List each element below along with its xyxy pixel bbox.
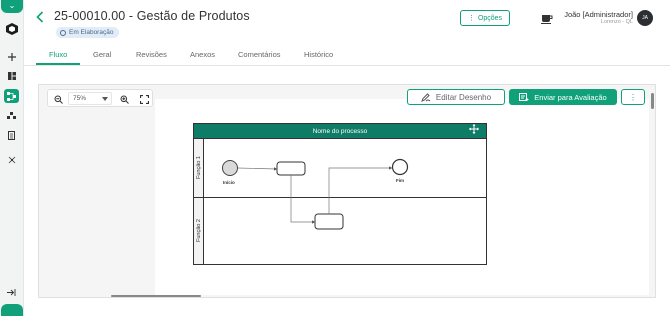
process-flow-icon[interactable] bbox=[4, 89, 19, 103]
edit-drawing-button[interactable]: Editar Desenho bbox=[407, 89, 505, 105]
collapse-menu-button[interactable]: ⌄ bbox=[1, 0, 23, 13]
zoom-value: 75% bbox=[73, 95, 87, 102]
send-for-review-label: Enviar para Avaliação bbox=[534, 92, 607, 102]
vertical-scrollbar[interactable] bbox=[651, 93, 654, 109]
zoom-in-icon[interactable] bbox=[118, 93, 130, 105]
start-event[interactable] bbox=[222, 160, 238, 176]
flow-diagram bbox=[222, 124, 479, 230]
status-circle-icon bbox=[60, 29, 66, 36]
start-label: Início bbox=[223, 180, 235, 185]
task-1[interactable] bbox=[276, 161, 306, 176]
options-button[interactable]: ⋮ Opções bbox=[460, 10, 510, 26]
left-rail: ⌄ bbox=[0, 0, 24, 316]
zoom-toolbar: 75% bbox=[47, 89, 153, 107]
avatar[interactable]: JA bbox=[637, 10, 653, 26]
edit-drawing-label: Editar Desenho bbox=[435, 92, 492, 102]
network-icon[interactable] bbox=[4, 153, 19, 167]
fullscreen-icon[interactable] bbox=[138, 93, 150, 105]
user-name[interactable]: João [Administrador] bbox=[544, 10, 633, 19]
modules-icon[interactable] bbox=[4, 109, 19, 123]
more-actions-button[interactable]: ⋮ bbox=[621, 89, 645, 105]
edit-drawing-icon bbox=[421, 92, 431, 102]
add-icon[interactable] bbox=[4, 50, 19, 64]
flow-task1-to-task2[interactable] bbox=[290, 175, 316, 224]
active-tab-indicator bbox=[36, 63, 80, 65]
end-event[interactable] bbox=[391, 158, 409, 176]
expand-sidebar-icon[interactable] bbox=[4, 285, 19, 299]
tab-historico[interactable]: Histórico bbox=[304, 50, 333, 59]
horizontal-scrollbar[interactable] bbox=[111, 295, 201, 297]
dashboard-icon[interactable] bbox=[4, 69, 19, 83]
kebab-icon: ⋮ bbox=[467, 15, 475, 22]
diagram-panel: 75% Editar Desenho Enviar para Avaliação… bbox=[38, 84, 656, 298]
status-label: Em Elaboração bbox=[69, 29, 114, 36]
page-header: 25-00010.00 - Gestão de Produtos Em Elab… bbox=[24, 0, 670, 44]
tab-geral[interactable]: Geral bbox=[93, 50, 111, 59]
end-label: Fim bbox=[396, 178, 405, 183]
back-arrow-icon[interactable] bbox=[36, 10, 46, 24]
chevron-down-icon bbox=[102, 97, 108, 101]
options-label: Opções bbox=[477, 14, 503, 22]
document-icon[interactable] bbox=[4, 128, 19, 142]
task-2[interactable] bbox=[314, 213, 344, 230]
tab-fluxo[interactable]: Fluxo bbox=[49, 50, 67, 59]
page-title: 25-00010.00 - Gestão de Produtos bbox=[54, 9, 250, 23]
tab-anexos[interactable]: Anexos bbox=[190, 50, 215, 59]
flow-task2-to-end[interactable] bbox=[328, 166, 393, 214]
user-organization: Lorenzo - QL bbox=[600, 19, 633, 25]
move-cursor-icon bbox=[469, 124, 479, 134]
app-logo-icon[interactable] bbox=[4, 22, 19, 36]
zoom-select[interactable]: 75% bbox=[68, 92, 112, 105]
flow-start-to-task1[interactable] bbox=[237, 167, 278, 171]
tab-bar: Fluxo Geral Revisões Anexos Comentários … bbox=[24, 44, 670, 66]
send-review-icon bbox=[519, 92, 529, 101]
tab-revisoes[interactable]: Revisões bbox=[136, 50, 167, 59]
status-badge: Em Elaboração bbox=[56, 27, 120, 38]
zoom-out-icon[interactable] bbox=[52, 93, 64, 105]
process-pool[interactable]: Nome do processo Função 1 Função 2 Iníci… bbox=[193, 123, 487, 265]
help-button[interactable] bbox=[1, 304, 23, 316]
send-for-review-button[interactable]: Enviar para Avaliação bbox=[509, 89, 617, 105]
tab-comentarios[interactable]: Comentários bbox=[238, 50, 281, 59]
